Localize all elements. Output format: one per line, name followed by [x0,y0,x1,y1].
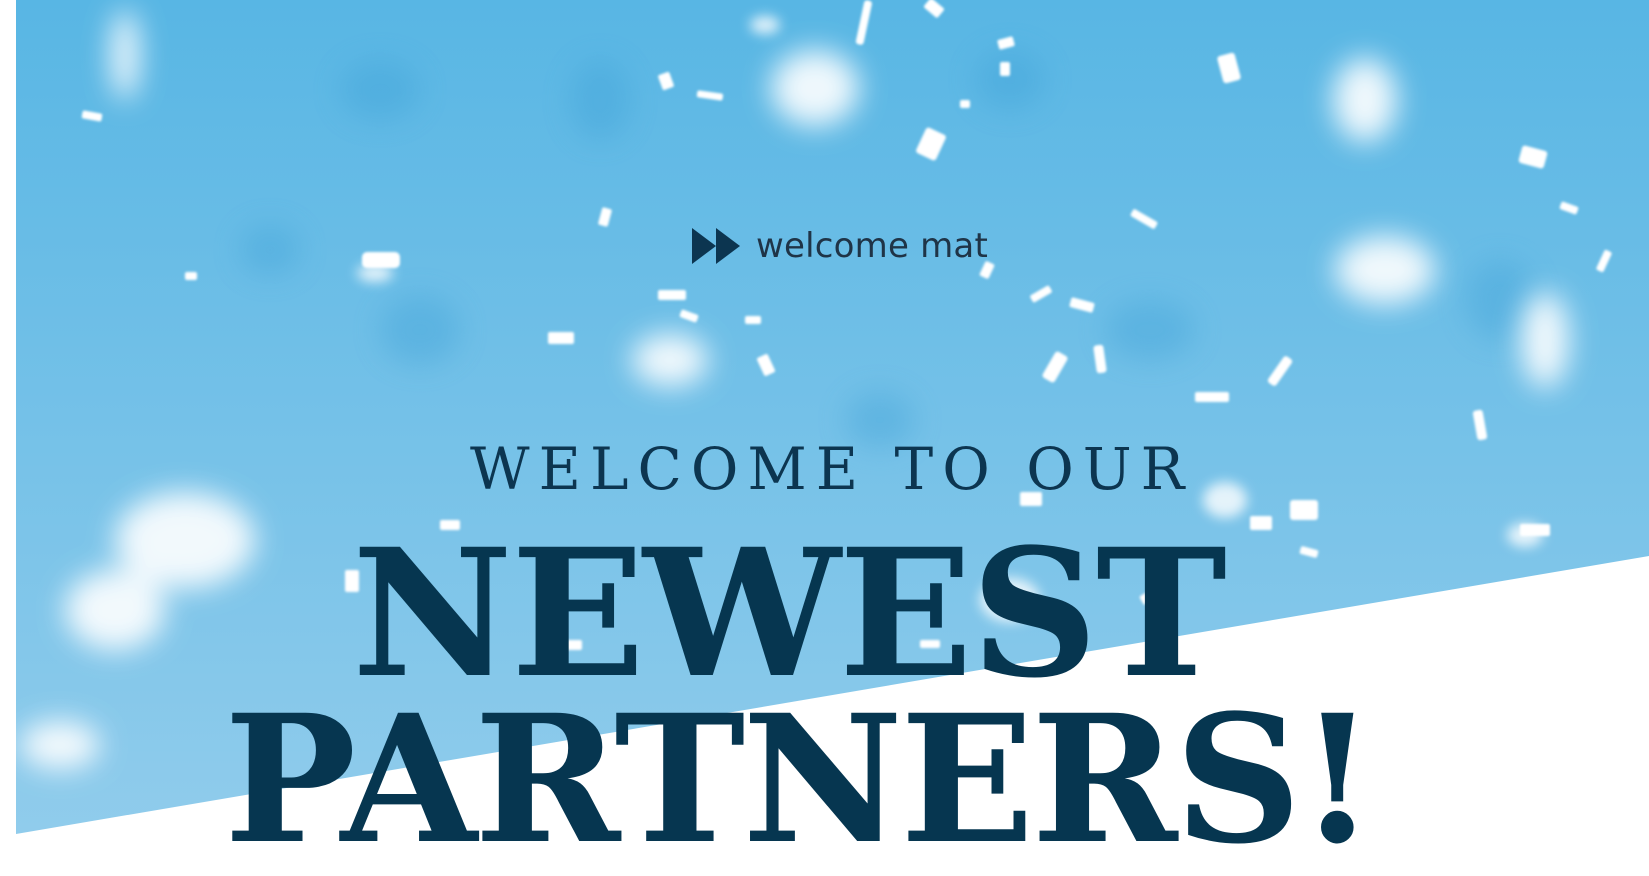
page: welcome mat WELCOME TO OUR NEWEST PARTNE… [0,0,1649,876]
heading-line-2: PARTNERS! [224,676,1376,876]
kicker-label: welcome mat [756,226,988,266]
double-chevron-right-icon [692,228,740,264]
heading-subtitle: WELCOME TO OUR [470,435,1194,503]
section-kicker: welcome mat [690,224,988,268]
